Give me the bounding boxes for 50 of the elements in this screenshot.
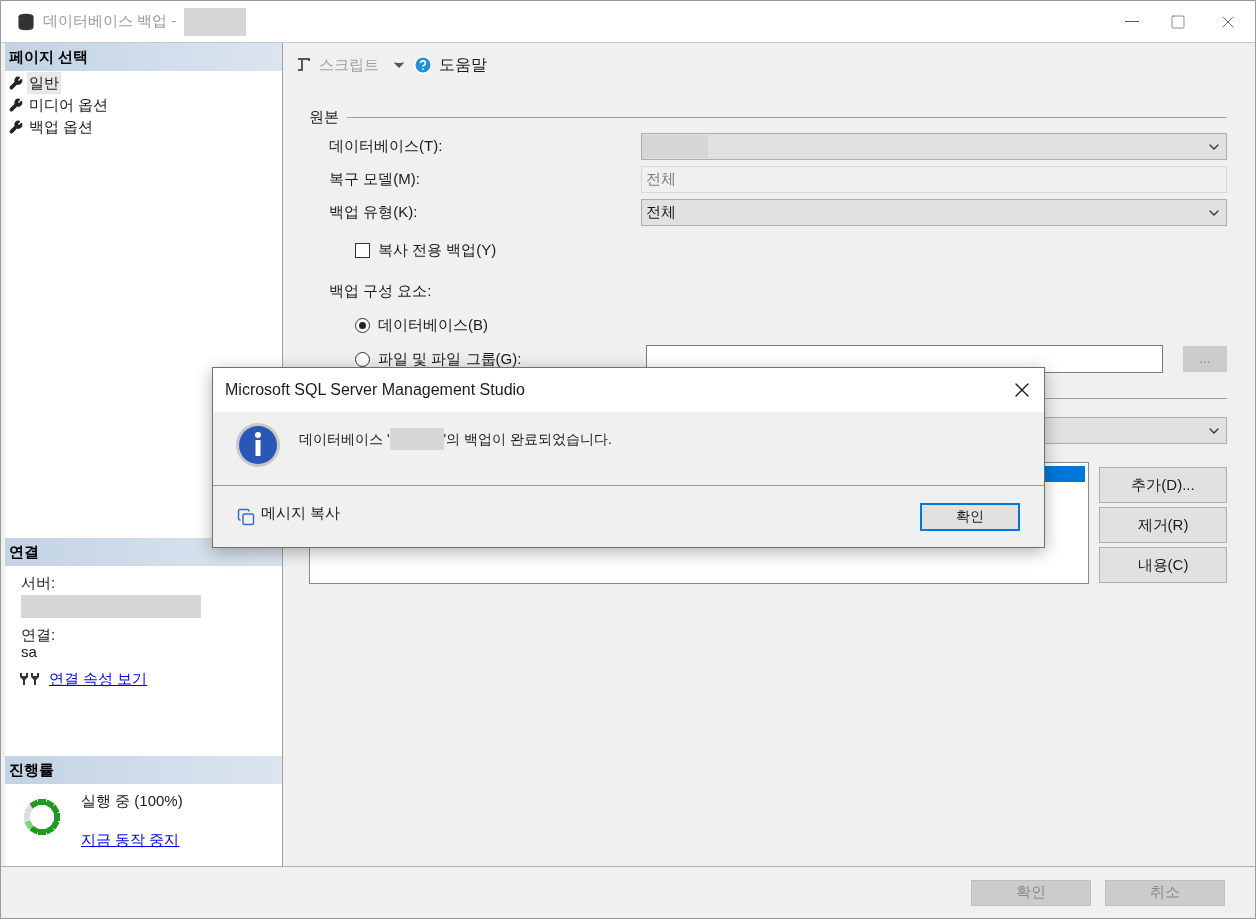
radio-label: 파일 및 파일 그룹(G): [378,348,523,369]
copy-icon [237,507,255,526]
minimize-icon [1125,21,1139,22]
field-label: 복구 모델(M): [329,169,421,190]
radio-label: 데이터베이스(B) [378,314,489,335]
ok-button[interactable]: 확인 [920,502,1020,531]
recovery-model-field[interactable]: 전체 [641,166,1227,193]
wrench-icon [9,98,23,112]
progress-status: 실행 중 (100%) [81,791,183,811]
help-button[interactable]: 도움말 [439,53,487,77]
radio-button[interactable] [355,351,370,367]
field-label: 백업 유형(K): [329,202,419,223]
action-button[interactable]: 추가(D)... [1099,467,1227,503]
radio-button[interactable] [355,317,370,333]
plug-icon [19,671,41,686]
section-header: 연결 [5,538,282,566]
action-button[interactable]: 제거(R) [1099,507,1227,543]
field-label: 데이터베이스(T): [329,136,444,157]
sidebar-item[interactable]: 백업 옵션 [27,115,96,139]
window-title: 데이터베이스 백업 - [43,11,177,32]
message-text: 데이터베이스 ' [299,429,390,449]
message-text: '의 백업이 완료되었습니다. [443,429,612,449]
checkbox-label: 복사 전용 백업(Y) [378,240,497,260]
connection-value: sa [21,643,38,660]
dialog-title: Microsoft SQL Server Management Studio [225,380,525,400]
connection-label: 연결: [21,625,57,644]
copy-message-button[interactable]: 메시지 복사 [261,502,341,525]
script-icon [295,56,313,74]
redaction-block [389,428,444,450]
database-icon [17,12,35,31]
stop-action-link[interactable]: 지금 동작 중지 [81,828,183,851]
help-icon [413,55,433,75]
info-icon [235,422,281,468]
section-header: 페이지 선택 [5,43,282,71]
maximize-icon [1170,13,1186,30]
wrench-icon [9,120,23,134]
action-button[interactable]: 내용(C) [1099,547,1227,583]
sidebar-item[interactable]: 일반 [27,71,61,95]
checkbox[interactable] [355,242,370,258]
progress-spinner-icon [21,796,63,838]
backup-type-dropdown[interactable]: 전체 [641,199,1227,226]
redaction-block [642,135,708,158]
field-label: 백업 구성 요소: [328,280,433,301]
section-title: 원본 [309,106,339,127]
server-label: 서버: [21,573,57,593]
connection-properties-link[interactable]: 연결 속성 보기 [49,667,148,690]
sidebar-item[interactable]: 미디어 옵션 [27,93,111,117]
section-header: 진행률 [5,756,282,784]
wrench-icon [9,76,23,90]
redaction-block [184,7,247,36]
